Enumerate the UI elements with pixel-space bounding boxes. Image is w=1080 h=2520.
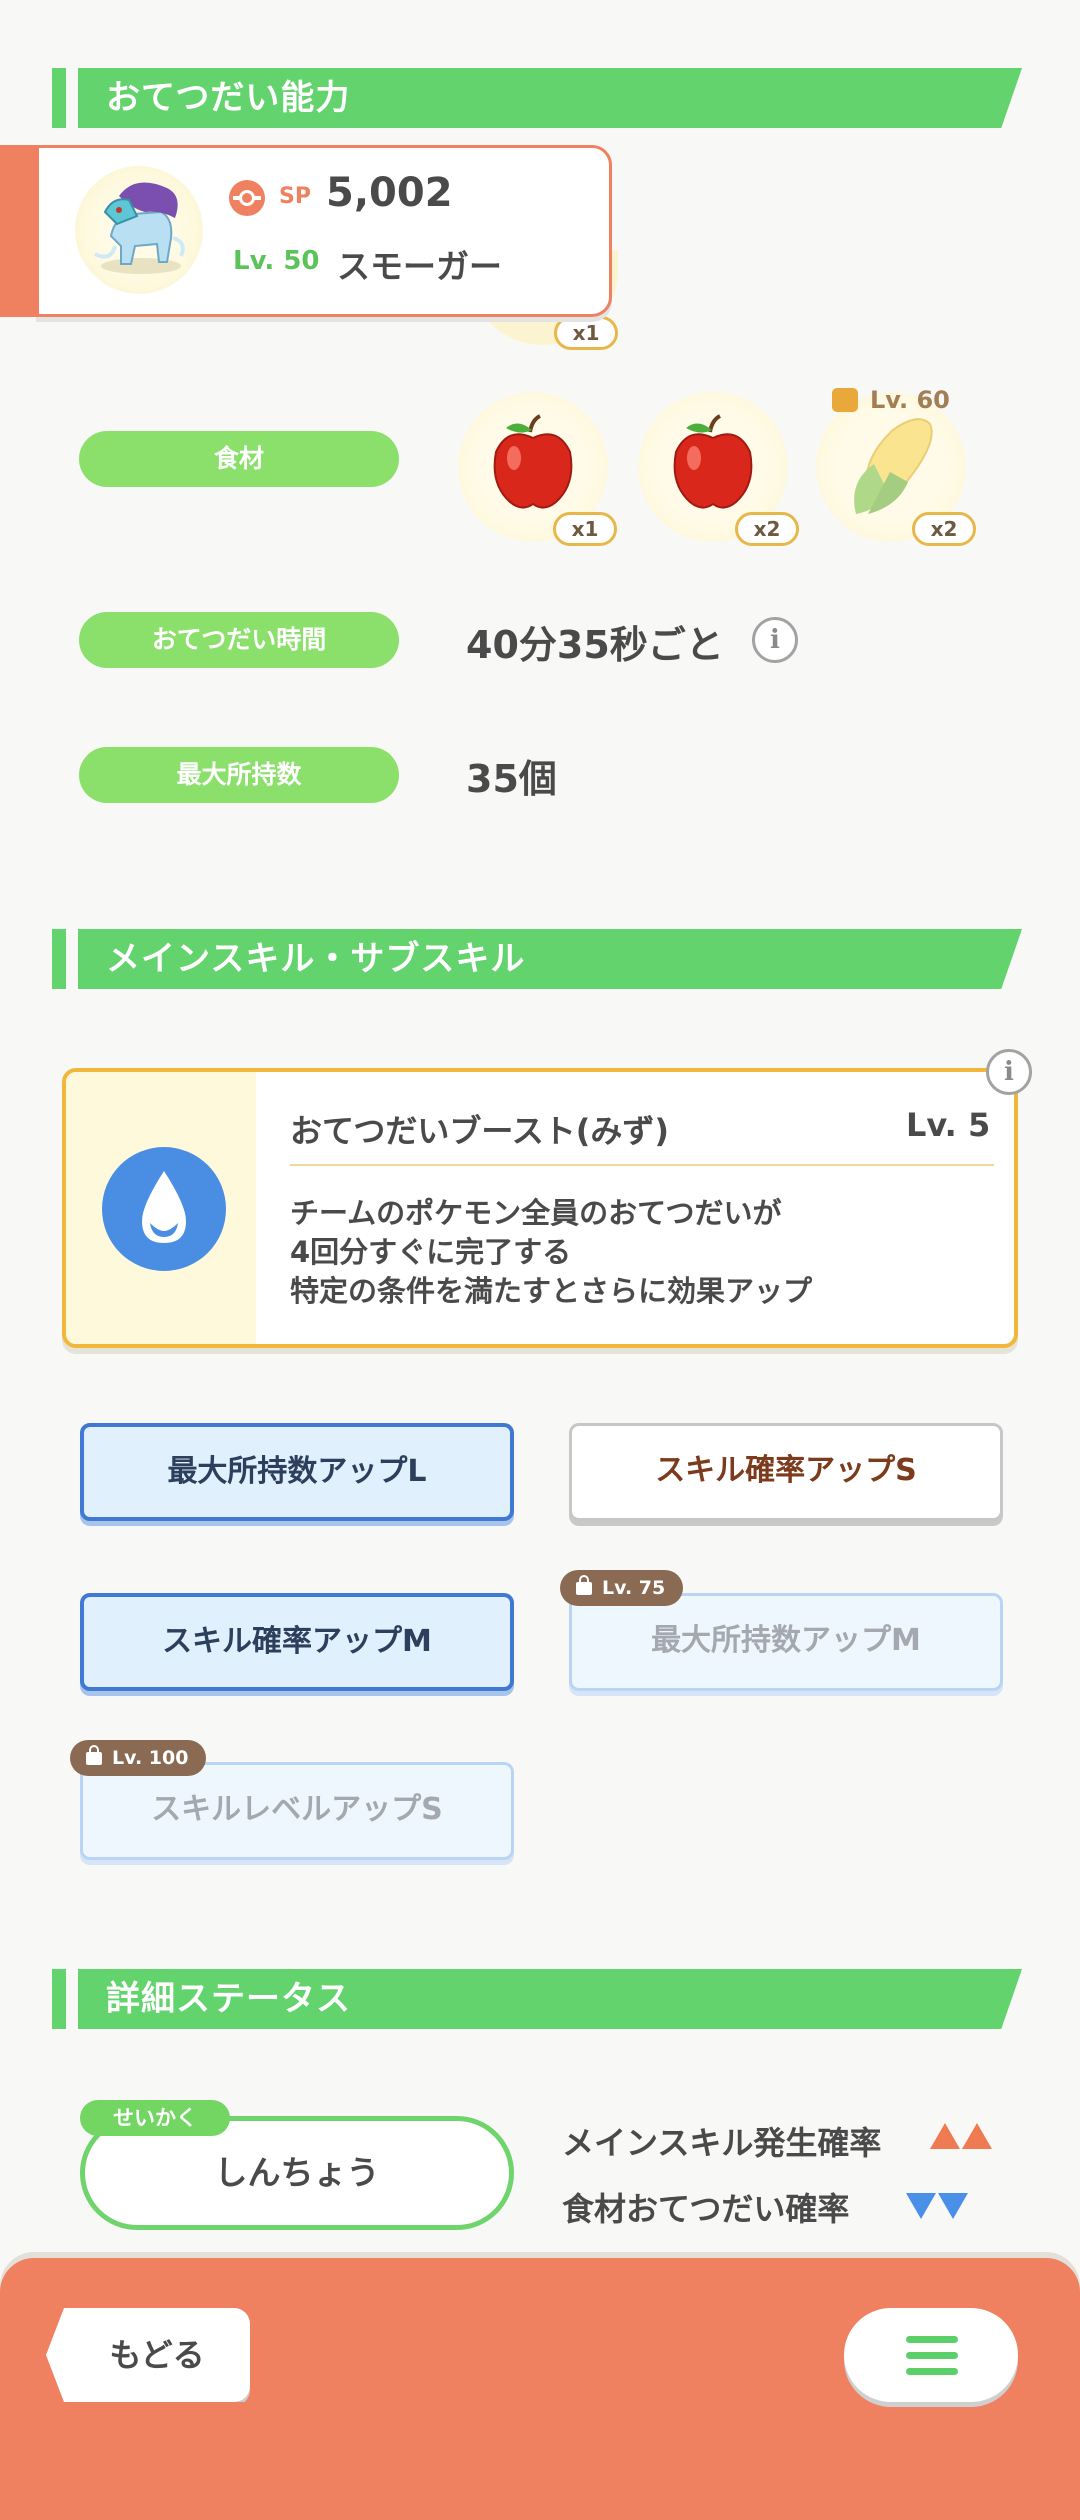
subskill-button-5[interactable]: スキルレベルアップS — [80, 1762, 514, 1860]
lock-icon — [832, 388, 858, 412]
skill-divider — [290, 1164, 994, 1166]
lock-icon — [86, 1745, 102, 1765]
help-time-label: おてつだい時間 — [79, 612, 399, 668]
menu-icon — [906, 2352, 958, 2359]
ingredient-count-2: x2 — [735, 512, 799, 546]
pokemon-card-tab — [0, 145, 40, 317]
nature-down-label: 食材おてつだい確率 — [562, 2190, 850, 2228]
pokemon-avatar — [75, 166, 203, 294]
skill-desc-line1: チームのポケモン全員のおてつだいが — [290, 1196, 782, 1230]
subskill-button-2[interactable]: スキル確率アップS — [569, 1423, 1003, 1521]
apple-icon — [673, 414, 753, 509]
pokemon-level: Lv. 50 — [233, 246, 320, 276]
skill-desc-line3: 特定の条件を満たすとさらに効果アップ — [290, 1274, 813, 1308]
max-carry-label: 最大所持数 — [79, 747, 399, 803]
section-header-details: 詳細ステータス — [52, 1969, 1022, 2029]
berry-count-badge: x1 — [554, 316, 618, 350]
ingredients-label: 食材 — [79, 431, 399, 487]
apple-icon — [493, 414, 573, 509]
nature-up-label: メインスキル発生確率 — [562, 2124, 882, 2162]
lock-icon — [576, 1575, 592, 1595]
ingredient-count-1: x1 — [553, 512, 617, 546]
down-arrow-icon — [906, 2193, 936, 2219]
sp-value: 5,002 — [326, 170, 453, 216]
section-title: メインスキル・サブスキル — [106, 939, 526, 979]
ingredient-count-3: x2 — [912, 512, 976, 546]
section-header-ability: おてつだい能力 — [52, 68, 1022, 128]
main-skill-card[interactable]: おてつだいブースト(みず) Lv. 5 チームのポケモン全員のおてつだいが 4回… — [62, 1068, 1018, 1348]
subskill-button-1[interactable]: 最大所持数アップL — [80, 1423, 514, 1521]
help-time-info-icon[interactable]: i — [752, 617, 798, 663]
skill-info-icon[interactable]: i — [986, 1049, 1032, 1095]
lock-level-text: Lv. 100 — [112, 1747, 189, 1769]
subskill-lock-badge-5: Lv. 100 — [70, 1740, 207, 1776]
max-carry-value: 35個 — [466, 757, 557, 801]
subskill-button-4[interactable]: 最大所持数アップM — [569, 1593, 1003, 1691]
corn-icon — [854, 418, 933, 514]
help-time-value: 40分35秒ごと — [466, 623, 724, 667]
section-title: おてつだい能力 — [106, 78, 351, 118]
up-arrow-icon — [962, 2123, 992, 2149]
section-header-skills: メインスキル・サブスキル — [52, 929, 1022, 989]
skill-level: Lv. 5 — [906, 1106, 991, 1144]
nature-tag: せいかく — [80, 2100, 230, 2136]
pokemon-sprite-icon — [94, 182, 185, 274]
menu-icon — [906, 2368, 958, 2375]
skill-desc-line2: 4回分すぐに完了する — [290, 1235, 572, 1269]
pokemon-name: スモーガー — [337, 247, 502, 286]
menu-button[interactable] — [844, 2308, 1018, 2402]
skill-name: おてつだいブースト(みず) — [290, 1112, 670, 1150]
subskill-lock-badge-4: Lv. 75 — [560, 1570, 684, 1606]
down-arrow-icon — [938, 2193, 968, 2219]
sp-icon — [229, 180, 265, 216]
lock-level-text: Lv. 75 — [602, 1577, 666, 1599]
sp-label: SP — [279, 184, 311, 209]
back-button[interactable]: もどる — [46, 2308, 250, 2402]
water-drop-icon — [102, 1147, 226, 1271]
subskill-button-3[interactable]: スキル確率アップM — [80, 1593, 514, 1691]
menu-icon — [906, 2336, 958, 2343]
skill-icon-panel — [66, 1072, 256, 1344]
ingredient-lock-level: Lv. 60 — [870, 386, 950, 414]
section-title: 詳細ステータス — [106, 1979, 351, 2019]
pokemon-card[interactable]: SP 5,002 Lv. 50 スモーガー — [36, 145, 612, 317]
up-arrow-icon — [930, 2123, 960, 2149]
